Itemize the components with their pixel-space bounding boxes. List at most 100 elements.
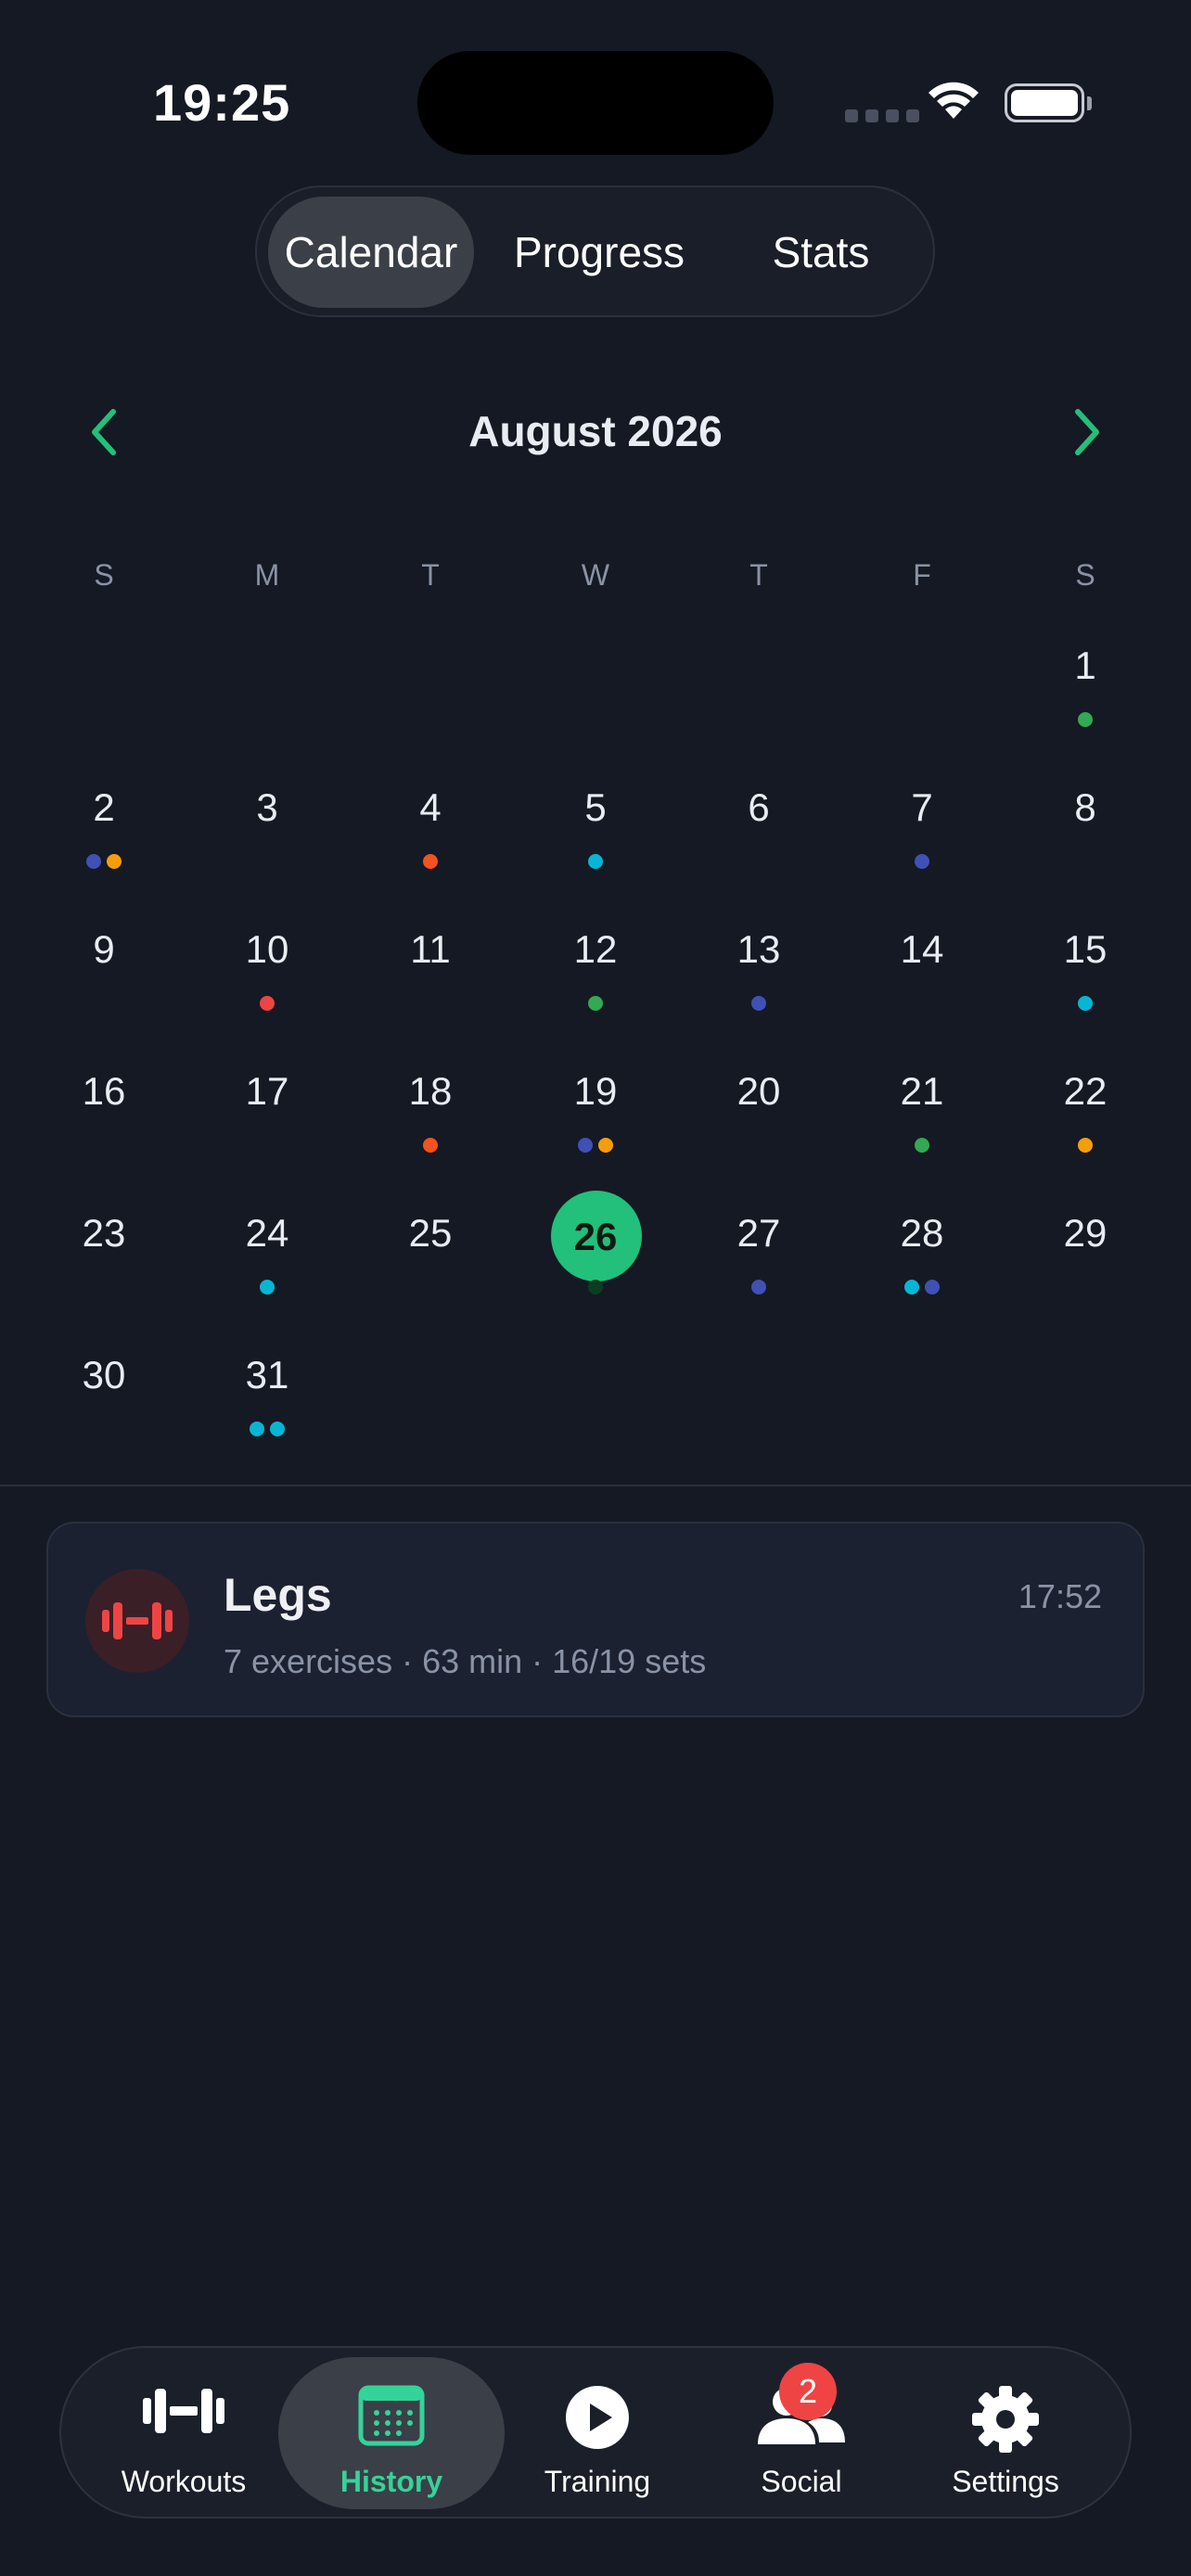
calendar-day-number: 27 — [736, 1211, 781, 1255]
calendar-icon — [358, 2385, 425, 2446]
calendar-day[interactable]: 5 — [531, 765, 660, 895]
dumbbell-icon — [143, 2389, 224, 2433]
segment-stats[interactable]: Stats — [719, 197, 923, 308]
calendar-day-number: 28 — [900, 1211, 944, 1255]
tab-training[interactable]: Training — [495, 2357, 699, 2509]
calendar-day[interactable]: 17 — [202, 1049, 332, 1179]
month-title: August 2026 — [468, 407, 723, 455]
calendar-day-number: 11 — [410, 927, 451, 971]
calendar-day[interactable]: 31 — [202, 1333, 332, 1462]
calendar-day-number: 23 — [82, 1211, 126, 1255]
calendar-day-number: 5 — [584, 785, 607, 829]
status-time: 19:25 — [153, 73, 291, 132]
calendar-day-number: 29 — [1063, 1211, 1108, 1255]
battery-icon — [1005, 83, 1084, 122]
calendar-day[interactable]: 16 — [39, 1049, 169, 1179]
workout-dot — [598, 1138, 613, 1153]
workout-dot — [578, 1138, 593, 1153]
gear-icon — [972, 2386, 1039, 2453]
calendar-day[interactable]: 9 — [39, 907, 169, 1037]
calendar-day-number: 4 — [419, 785, 442, 829]
workout-card[interactable]: Legs 7 exercises · 63 min · 16/19 sets 1… — [46, 1522, 1145, 1717]
workout-dot — [423, 854, 438, 869]
calendar-day-number: 15 — [1063, 927, 1108, 971]
calendar-day[interactable]: 11 — [365, 907, 495, 1037]
calendar-day[interactable]: 6 — [694, 765, 824, 895]
next-month-button[interactable] — [1061, 404, 1109, 460]
weekday-fri: F — [913, 558, 931, 592]
workout-summary: 7 exercises · 63 min · 16/19 sets — [224, 1642, 707, 1680]
workout-dots — [365, 854, 495, 869]
workout-dot — [1078, 712, 1093, 727]
calendar-day[interactable]: 27 — [694, 1191, 824, 1320]
calendar-day-number: 25 — [408, 1211, 453, 1255]
calendar-day-number: 14 — [900, 927, 944, 971]
tab-workouts[interactable]: Workouts — [82, 2357, 286, 2509]
calendar-day[interactable]: 24 — [202, 1191, 332, 1320]
calendar-day-number: 10 — [245, 927, 289, 971]
calendar-day[interactable]: 7 — [857, 765, 987, 895]
workout-dot — [751, 996, 766, 1011]
workout-dots — [39, 854, 169, 869]
workout-dots — [857, 1280, 987, 1294]
segment-progress[interactable]: Progress — [493, 197, 706, 308]
workout-dot — [250, 1422, 264, 1436]
workout-dots — [1020, 712, 1150, 727]
workout-dots — [1020, 996, 1150, 1011]
calendar-day[interactable]: 3 — [202, 765, 332, 895]
workout-dot — [751, 1280, 766, 1294]
tab-settings-label: Settings — [952, 2465, 1059, 2498]
weekday-mon: M — [254, 558, 280, 592]
calendar-day[interactable]: 22 — [1020, 1049, 1150, 1179]
workout-time: 17:52 — [1018, 1577, 1102, 1615]
workout-icon-badge — [85, 1569, 189, 1673]
workout-dots — [531, 1138, 660, 1153]
calendar-day[interactable]: 15 — [1020, 907, 1150, 1037]
calendar-day[interactable]: 14 — [857, 907, 987, 1037]
workout-dots — [531, 854, 660, 869]
calendar-day-number: 19 — [573, 1069, 618, 1113]
calendar-day-number: 17 — [245, 1069, 289, 1113]
workout-title: Legs — [224, 1569, 332, 1621]
dynamic-island — [417, 51, 774, 155]
segment-calendar[interactable]: Calendar — [268, 197, 474, 308]
workout-dot — [904, 1280, 919, 1294]
calendar-day-number: 3 — [256, 785, 278, 829]
weekday-wed: W — [581, 558, 610, 592]
calendar-day-number: 21 — [900, 1069, 944, 1113]
social-notification-badge: 2 — [779, 2363, 837, 2420]
dumbbell-icon — [102, 1602, 173, 1639]
calendar-day[interactable]: 1 — [1020, 623, 1150, 753]
calendar-day[interactable]: 4 — [365, 765, 495, 895]
calendar-day[interactable]: 30 — [39, 1333, 169, 1462]
calendar-day[interactable]: 29 — [1020, 1191, 1150, 1320]
workout-dots — [531, 996, 660, 1011]
calendar-day[interactable]: 18 — [365, 1049, 495, 1179]
calendar-day[interactable]: 19 — [531, 1049, 660, 1179]
calendar-day[interactable]: 25 — [365, 1191, 495, 1320]
calendar-day[interactable]: 20 — [694, 1049, 824, 1179]
calendar-day-number: 12 — [573, 927, 618, 971]
calendar-day-number: 31 — [245, 1353, 289, 1396]
calendar-day[interactable]: 26 — [531, 1191, 660, 1320]
calendar-day[interactable]: 8 — [1020, 765, 1150, 895]
calendar-day-number: 13 — [736, 927, 781, 971]
calendar-day[interactable]: 12 — [531, 907, 660, 1037]
calendar-day[interactable]: 13 — [694, 907, 824, 1037]
calendar-day[interactable]: 21 — [857, 1049, 987, 1179]
calendar-day[interactable]: 28 — [857, 1191, 987, 1320]
calendar-day[interactable]: 23 — [39, 1191, 169, 1320]
workout-dot — [86, 854, 101, 869]
chevron-right-icon — [1075, 409, 1099, 455]
tab-settings[interactable]: Settings — [903, 2357, 1108, 2509]
workout-dots — [694, 996, 824, 1011]
tab-history[interactable]: History — [278, 2357, 505, 2509]
calendar-day-number: 8 — [1074, 785, 1096, 829]
calendar-day[interactable]: 10 — [202, 907, 332, 1037]
calendar-day[interactable]: 2 — [39, 765, 169, 895]
calendar-day-number: 1 — [1074, 644, 1096, 687]
calendar-day-number: 7 — [911, 785, 933, 829]
calendar-day-number: 16 — [82, 1069, 126, 1113]
workout-dot — [915, 1138, 929, 1153]
workout-dot — [1078, 1138, 1093, 1153]
